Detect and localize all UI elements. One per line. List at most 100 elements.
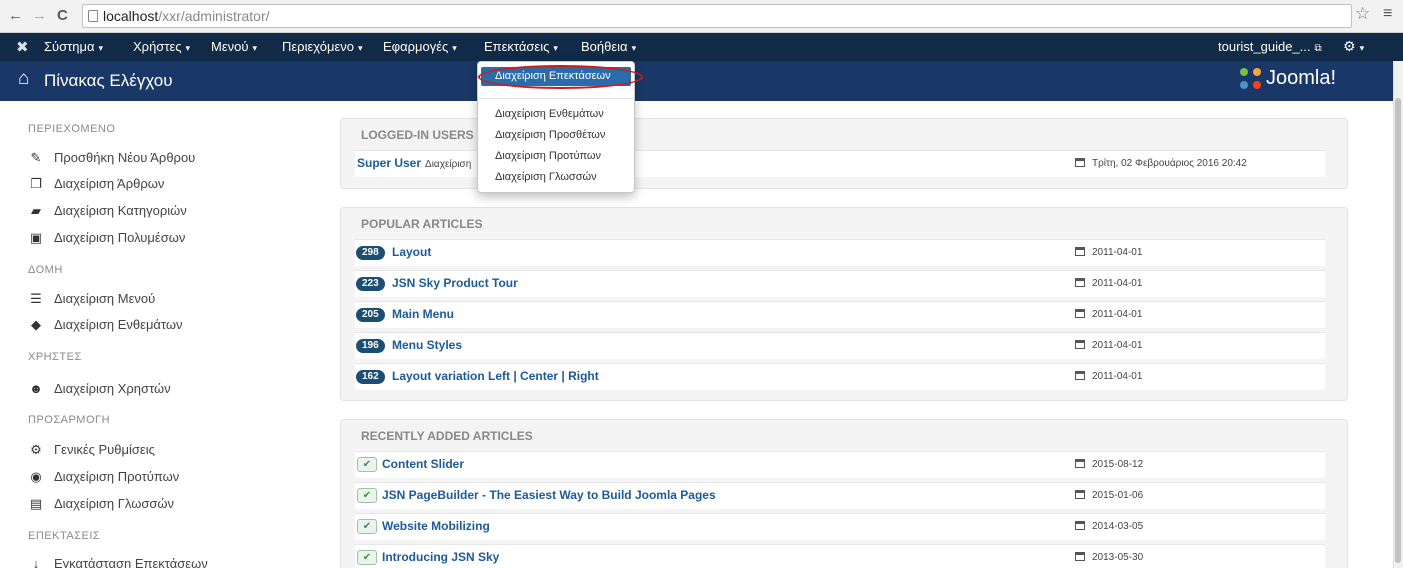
- address-bar[interactable]: localhost/xxr/administrator/: [82, 4, 1352, 28]
- table-row: ✔ Introducing JSN Sky 2013-05-30: [355, 544, 1325, 568]
- table-row: 298 Layout 2011-04-01: [355, 239, 1325, 266]
- row-date: 2014-03-05: [1075, 521, 1143, 532]
- joomla-logo[interactable]: Joomla!: [1240, 67, 1336, 95]
- sidebar-section-title: ΔΟΜΗ: [28, 264, 63, 276]
- menu-content[interactable]: Περιεχόμενο ▾: [282, 39, 363, 54]
- sidebar-item-add-article[interactable]: ✎ Προσθήκη Νέου Άρθρου: [28, 150, 196, 166]
- extensions-dropdown-menu: Διαχείριση Επεκτάσεων Διαχείριση Ενθεμάτ…: [477, 61, 643, 193]
- sidebar-item-install-extensions[interactable]: ↓ Εγκατάσταση Επεκτάσεων: [28, 556, 208, 568]
- sidebar-item-modules[interactable]: ◆ Διαχείριση Ενθεμάτων: [28, 317, 183, 333]
- joomla-mini-logo-icon[interactable]: ✖: [16, 38, 29, 56]
- row-date: 2015-01-06: [1075, 490, 1143, 501]
- scrollbar-thumb[interactable]: [1395, 98, 1401, 563]
- table-row: 162 Layout variation Left | Center | Rig…: [355, 363, 1325, 390]
- sidebar-item-languages[interactable]: ▤ Διαχείριση Γλωσσών: [28, 496, 174, 512]
- menu-users[interactable]: Χρήστες ▾: [133, 39, 190, 54]
- calendar-icon: [1075, 371, 1085, 380]
- panel-title: RECENTLY ADDED ARTICLES: [361, 429, 533, 443]
- reload-icon[interactable]: C: [57, 6, 68, 26]
- users-icon: ☻: [29, 381, 43, 396]
- article-link[interactable]: Menu Styles: [392, 338, 462, 352]
- user-settings-gear-icon[interactable]: ⚙ ▾: [1343, 38, 1364, 55]
- joomla-logo-icon: [1240, 67, 1262, 90]
- article-link[interactable]: Website Mobilizing: [382, 519, 490, 533]
- hits-badge: 162: [356, 370, 385, 384]
- chevron-down-icon: ▾: [252, 43, 257, 53]
- dropdown-item-languages[interactable]: Διαχείριση Γλωσσών: [495, 171, 597, 183]
- calendar-icon: [1075, 459, 1085, 468]
- site-link[interactable]: tourist_guide_... ⧉: [1218, 39, 1322, 54]
- user-name-link[interactable]: Super User Διαχείριση: [357, 156, 471, 170]
- menu-system[interactable]: Σύστημα ▾: [44, 39, 103, 54]
- article-link[interactable]: Main Menu: [392, 307, 454, 321]
- calendar-icon: [1075, 247, 1085, 256]
- row-date: 2011-04-01: [1075, 340, 1142, 351]
- articles-icon: ❐: [30, 176, 42, 191]
- chevron-down-icon: ▾: [553, 43, 558, 53]
- sidebar-item-media[interactable]: ▣ Διαχείριση Πολυμέσων: [28, 230, 186, 246]
- dropdown-item-templates[interactable]: Διαχείριση Προτύπων: [495, 150, 601, 162]
- dropdown-item-extension-manager[interactable]: Διαχείριση Επεκτάσεων: [481, 67, 631, 86]
- table-row: ✔ Content Slider 2015-08-12: [355, 451, 1325, 478]
- sidebar-item-categories[interactable]: ▰ Διαχείριση Κατηγοριών: [28, 203, 187, 219]
- sidebar-item-users[interactable]: ☻ Διαχείριση Χρηστών: [28, 381, 171, 396]
- page-title: Πίνακας Ελέγχου: [44, 71, 173, 90]
- sidebar-item-menus[interactable]: ☰ Διαχείριση Μενού: [28, 291, 155, 307]
- sidebar-item-global-config[interactable]: ⚙ Γενικές Ρυθμίσεις: [28, 442, 155, 458]
- article-link[interactable]: Layout: [392, 245, 431, 259]
- published-check-icon[interactable]: ✔: [357, 519, 377, 534]
- folder-icon: ▰: [31, 203, 41, 218]
- calendar-icon: [1075, 521, 1085, 530]
- chevron-down-icon: ▾: [631, 43, 637, 53]
- calendar-icon: [1075, 340, 1085, 349]
- table-row: ✔ JSN PageBuilder - The Easiest Way to B…: [355, 482, 1325, 509]
- menu-components[interactable]: Εφαρμογές ▾: [383, 39, 457, 54]
- list-icon: ☰: [30, 291, 42, 306]
- article-link[interactable]: Introducing JSN Sky: [382, 550, 499, 564]
- page-header: ⌂ Πίνακας Ελέγχου Joomla!: [0, 61, 1393, 101]
- sidebar: ΠΕΡΙΕΧΟΜΕΝΟ ✎ Προσθήκη Νέου Άρθρου ❐ Διαχε…: [0, 101, 330, 568]
- table-row: 205 Main Menu 2011-04-01: [355, 301, 1325, 328]
- calendar-icon: [1075, 552, 1085, 561]
- user-client: Διαχείριση: [425, 159, 472, 170]
- chevron-down-icon: ▾: [1359, 43, 1365, 53]
- sidebar-section-title: ΧΡΗΣΤΕΣ: [28, 351, 82, 363]
- admin-top-menu: ✖ Σύστημα ▾ Χρήστες ▾ Μενού ▾ Περιεχόμενο ▾ …: [0, 33, 1403, 61]
- row-date: 2011-04-01: [1075, 278, 1142, 289]
- browser-menu-icon[interactable]: ≡: [1383, 5, 1392, 23]
- joomla-logo-text: Joomla!: [1266, 67, 1337, 89]
- calendar-icon: [1075, 309, 1085, 318]
- sidebar-section-title: ΕΠΕΚΤΑΣΕΙΣ: [28, 530, 101, 542]
- sidebar-item-articles[interactable]: ❐ Διαχείριση Άρθρων: [28, 176, 164, 192]
- article-link[interactable]: Layout variation Left | Center | Right: [392, 369, 599, 383]
- article-link[interactable]: Content Slider: [382, 457, 464, 471]
- calendar-icon: [1075, 278, 1085, 287]
- menu-help[interactable]: Βοήθεια ▾: [581, 39, 636, 54]
- table-row: 223 JSN Sky Product Tour 2011-04-01: [355, 270, 1325, 297]
- bookmark-star-icon[interactable]: ☆: [1355, 4, 1370, 24]
- dropdown-item-plugins[interactable]: Διαχείριση Προσθέτων: [495, 129, 605, 141]
- sidebar-item-templates[interactable]: ◉ Διαχείριση Προτύπων: [28, 469, 179, 485]
- article-link[interactable]: JSN Sky Product Tour: [392, 276, 518, 290]
- dropdown-item-modules[interactable]: Διαχείριση Ενθεμάτων: [495, 108, 604, 120]
- published-check-icon[interactable]: ✔: [357, 457, 377, 472]
- published-check-icon[interactable]: ✔: [357, 550, 377, 565]
- sidebar-section-title: ΠΡΟΣΑΡΜΟΓΗ: [28, 414, 111, 426]
- article-link[interactable]: JSN PageBuilder - The Easiest Way to Bui…: [382, 488, 716, 502]
- menu-extensions[interactable]: Επεκτάσεις ▾: [484, 39, 558, 54]
- external-link-icon: ⧉: [1314, 43, 1322, 54]
- download-icon: ↓: [32, 556, 40, 568]
- published-check-icon[interactable]: ✔: [357, 488, 377, 503]
- chevron-down-icon: ▾: [452, 43, 457, 53]
- cube-icon: ◆: [31, 317, 41, 332]
- menu-menus[interactable]: Μενού ▾: [211, 39, 257, 54]
- pencil-icon: ✎: [30, 150, 42, 165]
- calendar-icon: [1075, 490, 1085, 499]
- chevron-down-icon: ▾: [357, 43, 363, 53]
- calendar-icon: [1075, 158, 1085, 167]
- back-icon[interactable]: ←: [8, 6, 23, 26]
- hits-badge: 298: [356, 246, 385, 260]
- comments-icon: ▤: [29, 496, 43, 511]
- row-date: Τρίτη, 02 Φεβρουάριος 2016 20:42: [1075, 158, 1247, 169]
- forward-icon[interactable]: →: [32, 6, 47, 26]
